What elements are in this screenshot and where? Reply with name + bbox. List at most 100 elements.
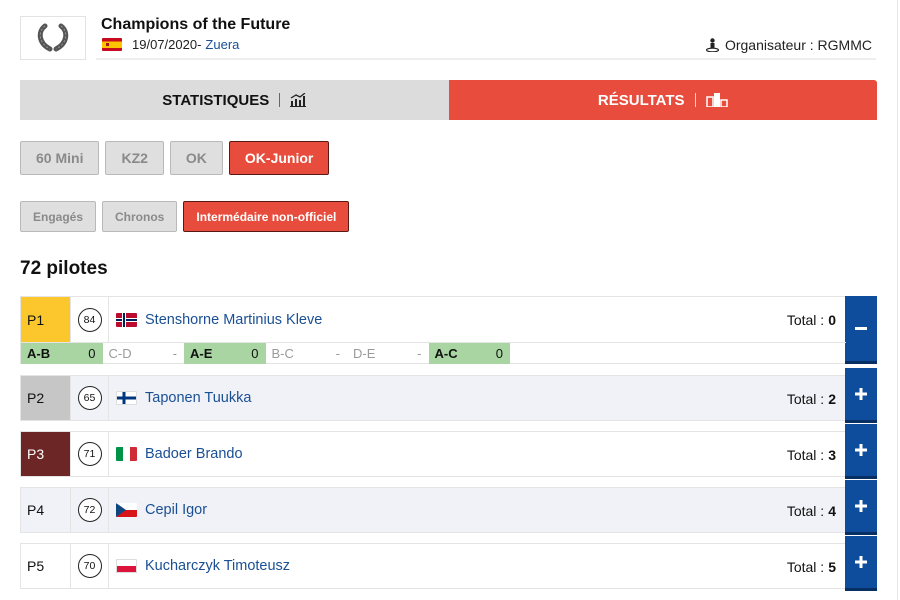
driver: Stenshorne Martinius Kleve xyxy=(109,297,876,342)
result-row: P5 70 Kucharczyk Timoteusz Total :5 xyxy=(20,536,877,591)
total-points: Total :2 xyxy=(787,376,836,421)
heat-label: A-B xyxy=(27,346,51,361)
total-value: 4 xyxy=(828,502,836,519)
total-label: Total : xyxy=(786,446,825,463)
date-separator: - xyxy=(197,37,202,52)
tab-statistiques[interactable]: STATISTIQUES xyxy=(20,80,449,120)
heat-value: - xyxy=(417,346,422,361)
scrollbar-edge xyxy=(897,0,898,600)
result-row: P1 84 Stenshorne Martinius Kleve Total :… xyxy=(20,296,877,364)
result-row: P3 71 Badoer Brando Total :3 xyxy=(20,424,877,479)
driver-name-link[interactable]: Cepil Igor xyxy=(145,502,207,518)
heat-value: - xyxy=(172,346,177,361)
total-points: Total :4 xyxy=(787,488,836,533)
event-date: 19/07/2020 xyxy=(132,37,198,52)
main-tabs: STATISTIQUES RÉSULTATS xyxy=(20,80,877,120)
chronos-button[interactable]: Chronos xyxy=(102,201,178,232)
driver: Cepil Igor xyxy=(109,488,876,532)
drivers-count: 72 pilotes xyxy=(20,258,108,279)
position-badge: P2 xyxy=(21,376,71,420)
heat-label: C-D xyxy=(108,346,132,361)
minus-icon xyxy=(855,326,867,330)
driver-name-link[interactable]: Taponen Tuukka xyxy=(145,390,251,406)
total-value: 2 xyxy=(828,390,836,407)
category-ok-button[interactable]: OK xyxy=(169,141,223,175)
expand-button[interactable] xyxy=(845,368,877,423)
plus-icon xyxy=(855,388,867,400)
kart-number-value: 65 xyxy=(77,386,102,410)
category-filter: 60 Mini KZ2 OK OK-Junior xyxy=(20,141,330,175)
position-badge: P4 xyxy=(21,488,71,532)
kart-number: 70 xyxy=(71,544,109,588)
total-value: 0 xyxy=(828,311,836,328)
kart-number-value: 72 xyxy=(77,498,102,522)
tab-divider xyxy=(279,93,281,107)
expand-button[interactable] xyxy=(845,424,877,479)
heat-value: 0 xyxy=(251,346,259,361)
position-badge: P1 xyxy=(21,297,71,342)
heat-label: D-E xyxy=(353,346,376,361)
heat-cell: B-C - xyxy=(266,343,348,364)
driver-name-link[interactable]: Kucharczyk Timoteusz xyxy=(145,558,290,574)
kart-number-value: 70 xyxy=(77,554,102,578)
result-type-filter: Engagés Chronos Intermédaire non-officie… xyxy=(20,201,350,232)
category-ok-junior-button[interactable]: OK-Junior xyxy=(228,141,330,175)
event-logo xyxy=(20,16,86,60)
kart-number-value: 84 xyxy=(77,307,102,332)
position-badge: P3 xyxy=(21,432,71,476)
engages-button[interactable]: Engagés xyxy=(20,201,97,232)
expand-button[interactable] xyxy=(845,480,877,535)
result-row: P2 65 Taponen Tuukka Total :2 xyxy=(20,368,877,423)
category-60-mini-button[interactable]: 60 Mini xyxy=(20,141,100,175)
heat-cell: C-D - xyxy=(103,343,185,364)
heat-value: 0 xyxy=(88,346,96,361)
total-points: Total :0 xyxy=(787,297,836,342)
driver-name-link[interactable]: Stenshorne Martinius Kleve xyxy=(145,312,322,328)
plus-icon xyxy=(855,556,867,568)
heat-cell: A-E 0 xyxy=(184,343,266,364)
organizer: Organisateur : RGMMC xyxy=(705,37,872,53)
total-label: Total : xyxy=(786,311,825,328)
person-pin-icon xyxy=(705,38,719,52)
event-location-link[interactable]: Zuera xyxy=(205,37,239,52)
heat-label: A-E xyxy=(190,346,213,361)
expand-button[interactable] xyxy=(845,536,877,591)
result-row: P4 72 Cepil Igor Total :4 xyxy=(20,480,877,535)
collapse-button[interactable] xyxy=(845,296,877,364)
heat-label: B-C xyxy=(271,346,294,361)
heat-value: 0 xyxy=(495,346,503,361)
czech-flag-icon xyxy=(116,503,137,517)
kart-number: 65 xyxy=(71,376,109,420)
total-points: Total :3 xyxy=(787,432,836,477)
position-badge: P5 xyxy=(21,544,71,588)
driver: Badoer Brando xyxy=(109,432,876,476)
driver: Taponen Tuukka xyxy=(109,376,876,420)
podium-icon xyxy=(705,93,728,107)
tab-statistiques-label: STATISTIQUES xyxy=(162,91,270,109)
poland-flag-icon xyxy=(116,559,137,573)
heat-value: - xyxy=(335,346,340,361)
category-kz2-button[interactable]: KZ2 xyxy=(105,141,164,175)
tab-resultats[interactable]: RÉSULTATS xyxy=(448,80,877,120)
intermediate-results-button[interactable]: Intermédaire non-officiel xyxy=(183,201,350,232)
tab-divider xyxy=(694,93,696,107)
laurel-wreath-icon xyxy=(37,23,69,52)
event-header: Champions of the Future 19/07/2020 - Zue… xyxy=(20,14,876,60)
heat-label: A-C xyxy=(434,346,458,361)
heat-cell: A-B 0 xyxy=(21,343,103,364)
total-value: 3 xyxy=(828,446,836,463)
total-label: Total : xyxy=(786,558,825,575)
norway-flag-icon xyxy=(116,312,137,327)
total-label: Total : xyxy=(786,502,825,519)
heat-cell: D-E - xyxy=(347,343,429,364)
event-info: Champions of the Future 19/07/2020 - Zue… xyxy=(96,14,876,60)
driver-name-link[interactable]: Badoer Brando xyxy=(145,446,243,462)
italy-flag-icon xyxy=(116,447,137,461)
kart-number: 72 xyxy=(71,488,109,532)
heat-cell: A-C 0 xyxy=(428,343,510,364)
driver: Kucharczyk Timoteusz xyxy=(109,544,876,588)
tab-resultats-label: RÉSULTATS xyxy=(597,91,685,109)
plus-icon xyxy=(855,500,867,512)
results-list: P1 84 Stenshorne Martinius Kleve Total :… xyxy=(20,296,877,599)
bar-chart-icon xyxy=(290,93,307,107)
